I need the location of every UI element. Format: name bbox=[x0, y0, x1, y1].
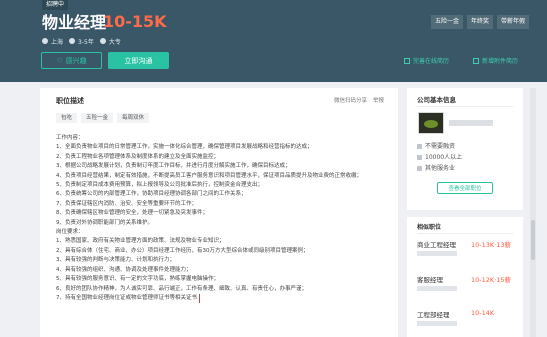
description-line: 岗位要求： bbox=[56, 229, 84, 236]
scrollbar-thumb[interactable] bbox=[531, 220, 535, 260]
description-line: 7、负责保证辖区内消防、治安、安全等重要环节的工作； bbox=[56, 200, 198, 207]
resume-icon bbox=[404, 57, 410, 64]
add-attachment-resume-link[interactable]: 新增附件简历 bbox=[473, 56, 518, 65]
description-line: 3、具有较强的判断与决策能力、计划和执行力； bbox=[56, 257, 176, 264]
company-name-redacted bbox=[417, 251, 457, 256]
company-info-card: 公司基本信息 不需要融资 10000人以上 其他服务业 查看全部职位 bbox=[407, 88, 523, 210]
industry-row: 其他服务业 bbox=[417, 163, 462, 174]
funding-icon bbox=[417, 144, 422, 149]
description-actions: 微信扫码分享 举报 bbox=[334, 96, 384, 104]
description-line: 4、具有较强的组织、沟通、协调及处理事件处理能力； bbox=[56, 266, 192, 273]
interest-button[interactable]: ♡ 感兴趣 bbox=[41, 52, 102, 69]
description-line: 5、具有较强的服务意识、有一定的文字功底，熟练掌握电脑操作； bbox=[56, 276, 220, 283]
similar-jobs-title: 相似职位 bbox=[417, 224, 442, 231]
similar-jobs-card: 相似职位 商业工程经理 10-13K·13薪 客服经理 10-12K·15薪 工… bbox=[407, 217, 523, 337]
similar-job-salary: 10-14K bbox=[471, 309, 495, 317]
view-all-jobs-button[interactable]: 查看全部职位 bbox=[437, 182, 493, 194]
company-name-redacted bbox=[417, 286, 457, 291]
industry-icon bbox=[417, 166, 422, 171]
benefit-tag: 五险一金 bbox=[430, 15, 463, 29]
similar-job-title[interactable]: 工程部经理 bbox=[417, 309, 450, 319]
description-line: 6、良好的团队协作精神，为人诚实可靠、品行端正，工作有条理、细致、认真、有责任心… bbox=[56, 285, 308, 292]
section-title: 职位描述 bbox=[56, 97, 84, 105]
funding-row: 不需要融资 bbox=[417, 141, 462, 152]
similar-job-title[interactable]: 客服经理 bbox=[417, 274, 443, 284]
description-line: 1、熟悉国家、政府有关物业管理方面的政策、法规及物业专业知识； bbox=[56, 238, 225, 245]
scrollbar-track[interactable] bbox=[530, 88, 536, 337]
people-icon bbox=[417, 155, 422, 160]
welfare-tag: 五险一金 bbox=[81, 113, 114, 123]
divider bbox=[417, 106, 513, 107]
similar-job-salary: 10-12K·15薪 bbox=[471, 276, 511, 284]
description-line: 5、负责制定项目成本费用预算，拟上报领导及公司批准后执行，控制资金合理支出； bbox=[56, 182, 264, 189]
company-details: 不需要融资 10000人以上 其他服务业 bbox=[417, 141, 462, 174]
benefit-tag: 年终奖 bbox=[466, 15, 493, 29]
complete-resume-link[interactable]: 完善在线简历 bbox=[404, 56, 449, 65]
location-icon bbox=[42, 38, 48, 44]
graduation-cap-icon bbox=[99, 38, 106, 44]
company-logo[interactable] bbox=[418, 112, 444, 134]
welfare-tags: 包吃 五险一金 每周双休 bbox=[56, 113, 150, 123]
description-line: 6、负责统筹公司的内部管理工作，协助项目经理协调各部门之间的工作关系； bbox=[56, 191, 247, 198]
job-header: 招聘中 物业经理 10-15K 上海 3-5年 大专 五险一金 年终奖 带薪年假… bbox=[0, 0, 547, 82]
education-info: 大专 bbox=[99, 37, 121, 46]
similar-job-title[interactable]: 商业工程经理 bbox=[417, 239, 456, 249]
description-line: 3、根据公司战略发展计划，负责制订年度工作目标，并进行月度分解实施工作，确保目标… bbox=[56, 163, 291, 170]
description-line-highlighted: 7、持有全国物业经理岗位证或物业管理师证书等相关证书 bbox=[56, 293, 388, 304]
divider bbox=[417, 233, 513, 234]
experience-info: 3-5年 bbox=[69, 37, 94, 46]
description-line: 4、负责项目经营结果，制定有效措施，不断提高员工客户服务意识和项目管理水平，保证… bbox=[56, 172, 363, 179]
description-line: 9、负责对外协调职能部门的关系维护。 bbox=[56, 219, 154, 226]
heart-icon: ♡ bbox=[56, 56, 63, 65]
description-line: 工作内容： bbox=[56, 135, 84, 141]
welfare-tag: 包吃 bbox=[56, 113, 78, 123]
benefit-tag: 带薪年假 bbox=[496, 15, 529, 29]
wechat-share-link[interactable]: 微信扫码分享 bbox=[334, 96, 367, 104]
job-description-card: 职位描述 微信扫码分享 举报 包吃 五险一金 每周双休 工作内容： 1、全面负责… bbox=[40, 88, 398, 337]
company-name-redacted bbox=[417, 321, 457, 326]
job-meta: 上海 3-5年 大专 bbox=[42, 36, 121, 46]
company-name-redacted bbox=[449, 120, 493, 126]
location-info: 上海 bbox=[42, 37, 63, 46]
status-badge: 招聘中 bbox=[42, 0, 69, 10]
briefcase-icon bbox=[69, 38, 76, 44]
description-line: 2、具有综合体（住宅、商业、办公）项目经理工作经历，有30万方大型综合体或同级别… bbox=[56, 247, 309, 254]
description-line: 8、负责确保辖区物业管理的安全，处理一切紧急及突发事件； bbox=[56, 210, 209, 217]
job-title: 物业经理 bbox=[42, 13, 107, 32]
benefit-tags: 五险一金 年终奖 带薪年假 bbox=[430, 15, 529, 29]
chat-now-button[interactable]: 立即沟通 bbox=[108, 52, 169, 69]
welfare-tag: 每周双休 bbox=[117, 113, 150, 123]
attachment-icon bbox=[473, 57, 479, 64]
job-salary: 10-15K bbox=[103, 12, 167, 31]
company-card-title: 公司基本信息 bbox=[417, 96, 456, 104]
report-link[interactable]: 举报 bbox=[373, 96, 384, 104]
size-row: 10000人以上 bbox=[417, 152, 462, 163]
similar-job-salary: 10-13K·13薪 bbox=[471, 241, 511, 249]
description-line: 1、全面负责物业项目的日常管理工作，实施一体化综合管理，确保管理项目发展战略和经… bbox=[56, 144, 313, 151]
description-line: 2、负责工程物业各项管理体系及制度体系的建立及全面实施监控； bbox=[56, 153, 220, 160]
highlight-box: 7、持有全国物业经理岗位证或物业管理师证书等相关证书 bbox=[56, 293, 201, 304]
job-description-text: 工作内容： 1、全面负责物业项目的日常管理工作，实施一体化综合管理，确保管理项目… bbox=[56, 134, 388, 304]
